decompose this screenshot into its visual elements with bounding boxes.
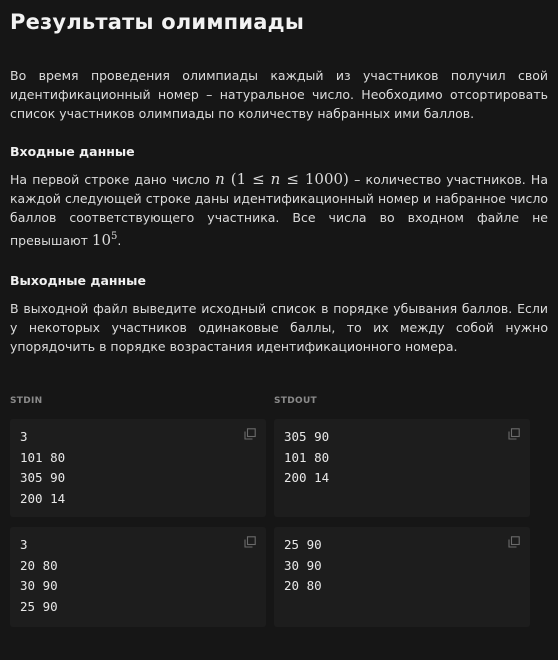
sample-2-stdout-text: 25 90 30 90 20 80 [284,537,322,593]
stdout-label: STDOUT [274,396,317,406]
input-text-before: На первой строке дано число [10,172,216,187]
copy-icon[interactable] [244,428,256,440]
output-description: В выходной файл выведите исходный список… [10,301,548,354]
copy-icon[interactable] [508,536,520,548]
copy-icon[interactable] [508,428,520,440]
copy-icon[interactable] [244,536,256,548]
sample-2-stdin[interactable]: 3 20 80 30 90 25 90 [10,527,266,627]
problem-page: Результаты олимпиады Во время проведения… [0,0,558,660]
sample-1-stdout-text: 305 90 101 80 200 14 [284,429,330,485]
sample-1-stdin-text: 3 101 80 305 90 200 14 [20,429,66,506]
input-description: На первой строке дано число n (1 ≤ n ≤ 1… [10,170,548,249]
math-limit: 105 [91,231,118,249]
sample-2-stdin-text: 3 20 80 30 90 25 90 [20,537,58,614]
sample-1-stdout[interactable]: 305 90 101 80 200 14 [274,419,530,517]
stdin-label: STDIN [10,396,43,406]
samples-header: STDIN STDOUT [10,396,540,410]
problem-statement: Во время проведения олимпиады каждый из … [10,68,548,121]
math-n: n (1 ≤ n ≤ 1000) [215,170,349,188]
input-heading: Входные данные [10,144,135,159]
sample-1-stdin[interactable]: 3 101 80 305 90 200 14 [10,419,266,517]
problem-title: Результаты олимпиады [10,10,305,34]
output-heading: Выходные данные [10,273,146,288]
sample-2-stdout[interactable]: 25 90 30 90 20 80 [274,527,530,627]
